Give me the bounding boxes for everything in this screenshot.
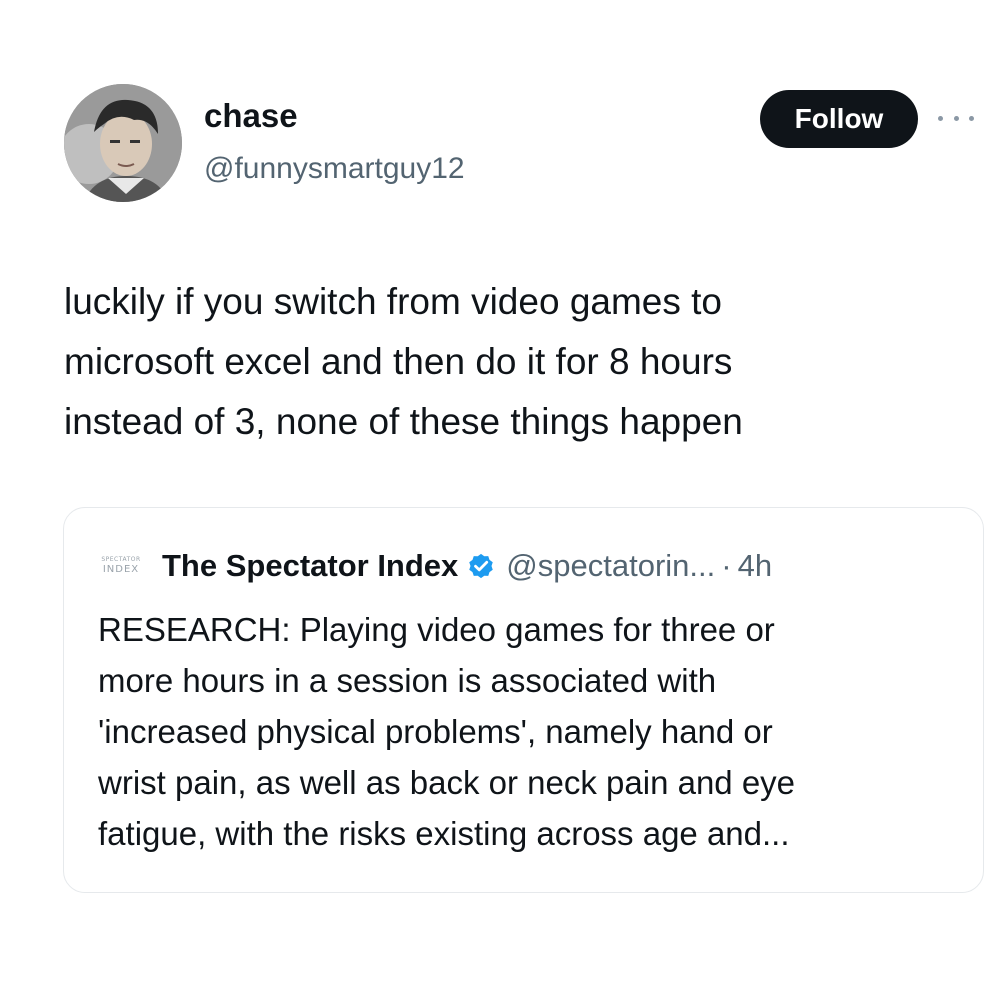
- more-dot: [953, 115, 959, 121]
- quoted-tweet-time[interactable]: 4h: [738, 548, 772, 584]
- follow-button[interactable]: Follow: [760, 90, 918, 148]
- more-dot: [938, 115, 943, 121]
- logo-text-bottom: INDEX: [102, 564, 140, 575]
- author-display-name[interactable]: chase: [204, 97, 298, 134]
- author-handle[interactable]: @funnysmartguy12: [204, 152, 465, 185]
- quoted-tweet-card[interactable]: SPECTATOR INDEX The Spectator Index @spe…: [63, 507, 984, 893]
- quoted-author-name[interactable]: The Spectator Index: [162, 548, 458, 584]
- more-horizontal-icon[interactable]: [938, 108, 974, 128]
- quoted-tweet-header: SPECTATOR INDEX The Spectator Index @spe…: [98, 544, 772, 588]
- verified-badge-icon: [466, 551, 496, 581]
- author-avatar[interactable]: [64, 84, 182, 202]
- avatar-image: [64, 84, 182, 202]
- logo-text-top: SPECTATOR: [101, 556, 141, 563]
- quoted-tweet-text: RESEARCH: Playing video games for three …: [98, 611, 796, 852]
- more-dot: [969, 115, 974, 121]
- spectator-index-logo[interactable]: SPECTATOR INDEX: [98, 554, 144, 578]
- quoted-author-handle[interactable]: @spectatorin...: [506, 548, 715, 584]
- tweet-text: luckily if you switch from video games t…: [64, 281, 743, 442]
- separator-dot: ·: [721, 548, 732, 583]
